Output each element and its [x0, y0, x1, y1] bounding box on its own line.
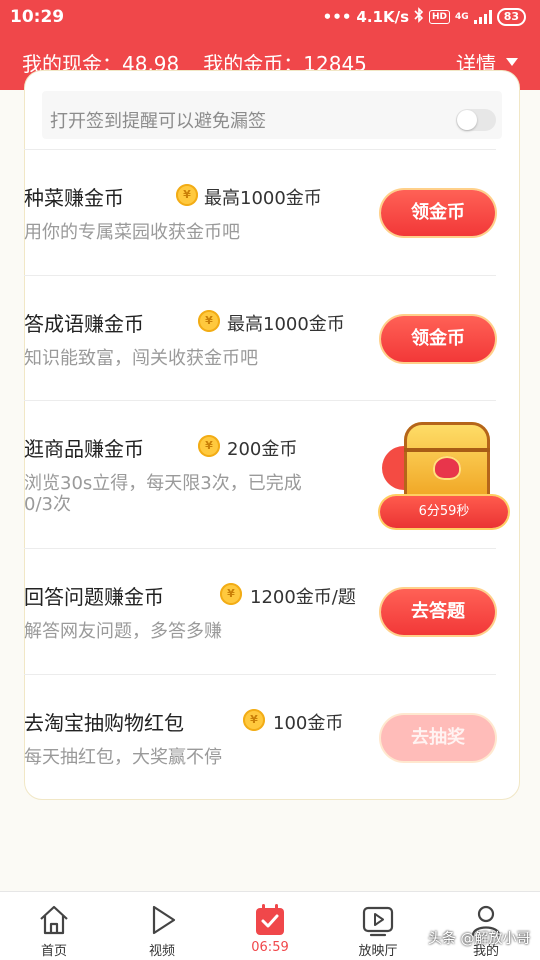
- signal-icon: [473, 10, 492, 24]
- task-reward: 1200金币/题: [250, 587, 356, 608]
- nav-item-video[interactable]: 视频: [122, 892, 202, 960]
- task-reward: 200金币: [227, 439, 298, 460]
- divider: [24, 275, 496, 276]
- task-title: 回答问题赚金币: [24, 585, 164, 609]
- task-title: 答成语赚金币: [24, 312, 144, 336]
- divider: [24, 149, 496, 150]
- status-time: 10:29: [10, 7, 65, 27]
- nav-item-home[interactable]: 首页: [14, 892, 94, 960]
- tv-play-icon: [362, 906, 394, 937]
- task-reward: 100金币: [273, 713, 344, 734]
- bluetooth-icon: [414, 7, 424, 27]
- task-desc: 用你的专属菜园收获金币吧: [24, 222, 240, 243]
- task-desc: 解答网友问题，多答多赚: [24, 621, 222, 642]
- claim-coins-button[interactable]: 领金币: [381, 190, 495, 236]
- play-icon: [152, 905, 176, 935]
- divider: [24, 400, 496, 401]
- task-title: 逛商品赚金币: [24, 437, 144, 461]
- status-icons: ••• 4.1K/s HD 4G 83: [323, 7, 526, 27]
- bottom-nav: 首页 视频 06:59 放映厅 我的: [0, 891, 540, 960]
- net-speed: 4.1K/s: [356, 8, 410, 26]
- countdown-timer: 6分59秒: [380, 496, 508, 528]
- reminder-text: 打开签到提醒可以避免漏签: [50, 111, 266, 132]
- chest-lid-line: [404, 448, 490, 452]
- task-reward: 最高1000金币: [204, 188, 322, 209]
- reminder-toggle[interactable]: [456, 109, 496, 131]
- nav-label: 放映厅: [358, 944, 398, 959]
- nav-label: 06:59: [251, 940, 289, 955]
- nav-label: 视频: [148, 944, 175, 959]
- claim-coins-button[interactable]: 领金币: [381, 316, 495, 362]
- task-reward: 最高1000金币: [227, 314, 345, 335]
- sign-in-reminder: 打开签到提醒可以避免漏签: [42, 91, 502, 139]
- hd-icon: HD: [429, 10, 451, 24]
- coin-icon: ¥: [220, 583, 242, 605]
- answer-button[interactable]: 去答题: [381, 589, 495, 635]
- task-title: 去淘宝抽购物红包: [24, 711, 184, 735]
- nav-label: 首页: [40, 944, 67, 959]
- home-icon: [40, 905, 68, 935]
- network-type: 4G: [455, 12, 469, 22]
- divider: [24, 548, 496, 549]
- battery-icon: 83: [496, 8, 526, 26]
- heart-icon: [433, 456, 461, 480]
- nav-item-cinema[interactable]: 放映厅: [338, 892, 418, 960]
- divider: [24, 674, 496, 675]
- coin-icon: ¥: [176, 184, 198, 206]
- task-desc: 知识能致富，闯关收获金币吧: [24, 348, 258, 369]
- chevron-down-icon: [506, 58, 518, 66]
- lottery-button[interactable]: 去抽奖: [381, 715, 495, 761]
- coin-icon: ¥: [198, 435, 220, 457]
- task-desc: 浏览30s立得，每天限3次，已完成0/3次: [24, 473, 302, 515]
- status-bar: 10:29 ••• 4.1K/s HD 4G 83: [0, 0, 540, 34]
- nav-item-profile[interactable]: 我的: [446, 892, 526, 960]
- calendar-check-icon: [256, 904, 284, 935]
- task-desc: 每天抽红包，大奖赢不停: [24, 747, 222, 768]
- battery-level: 83: [503, 10, 519, 23]
- coin-icon: ¥: [243, 709, 265, 731]
- treasure-chest-timer[interactable]: 6分59秒: [378, 418, 510, 530]
- coin-icon: ¥: [198, 310, 220, 332]
- task-title: 种菜赚金币: [24, 186, 124, 210]
- nav-item-tasks[interactable]: 06:59: [230, 892, 310, 960]
- more-dots-icon: •••: [322, 8, 352, 26]
- watermark: 头条 @解放小哥: [428, 931, 531, 947]
